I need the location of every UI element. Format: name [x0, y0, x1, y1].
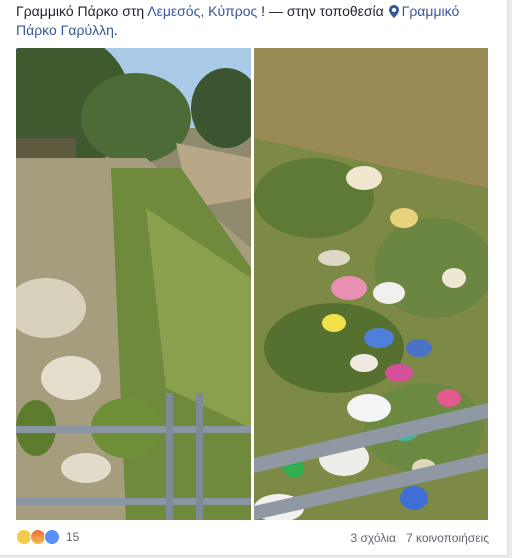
like-icon — [44, 529, 60, 545]
shares-count[interactable]: 7 κοινοποιήσεις — [406, 531, 489, 545]
reaction-count: 15 — [66, 530, 80, 544]
post-text-checkin: ! — στην τοποθεσία — [257, 3, 388, 19]
photo-grid — [16, 48, 488, 520]
post-text-intro: Γραμμικό Πάρκο στη — [16, 3, 148, 19]
photo-littered-slope[interactable] — [254, 48, 488, 520]
reactions-summary[interactable]: 15 — [16, 529, 79, 545]
location-link[interactable]: Λεμεσός, Κύπρος — [147, 3, 257, 19]
facebook-post-card: Γραμμικό Πάρκο στη Λεμεσός, Κύπρος ! — σ… — [0, 0, 508, 556]
photo-stream-bed[interactable] — [16, 48, 251, 520]
post-footer: 15 3 σχόλια 7 κοινοποιήσεις — [16, 528, 489, 550]
post-text-end: . — [113, 22, 118, 38]
location-pin-icon — [388, 4, 399, 18]
post-text: Γραμμικό Πάρκο στη Λεμεσός, Κύπρος ! — σ… — [16, 2, 486, 40]
post-stats: 3 σχόλια 7 κοινοποιήσεις — [341, 531, 490, 545]
comments-count[interactable]: 3 σχόλια — [351, 531, 396, 545]
